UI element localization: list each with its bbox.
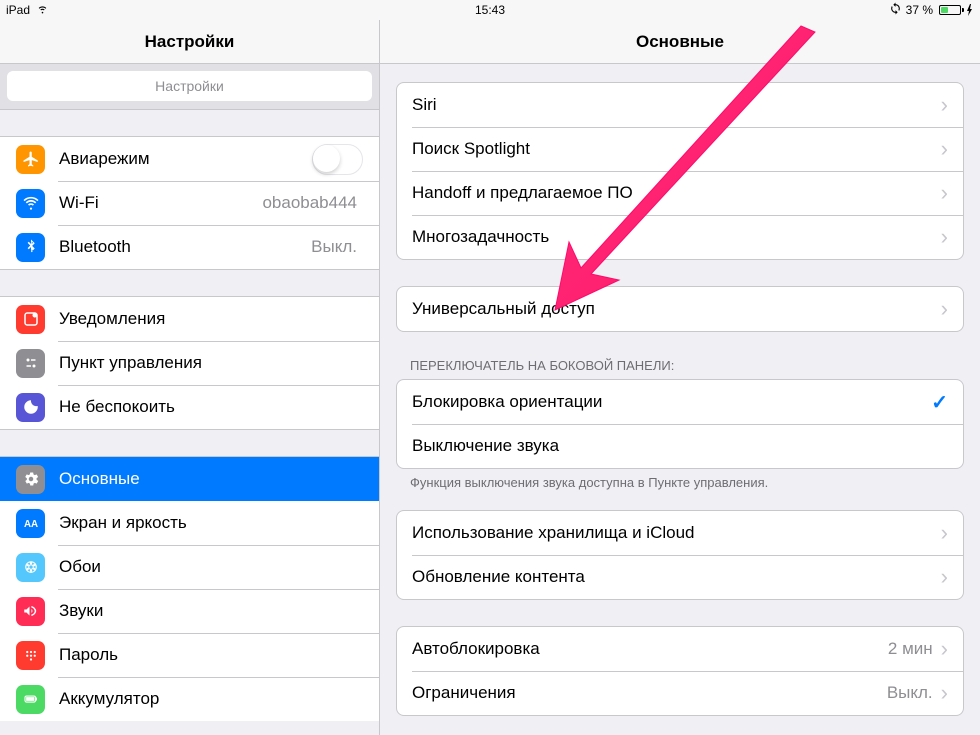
toggle-airplane[interactable] — [312, 144, 363, 175]
airplane-icon — [16, 145, 45, 174]
sidebar-item-label: Wi-Fi — [59, 193, 262, 213]
sidebar-title: Настройки — [145, 32, 235, 52]
sidebar-item-wallpaper[interactable]: Обои — [0, 545, 379, 589]
sidebar-item-sounds[interactable]: Звуки — [0, 589, 379, 633]
row-label: Обновление контента — [412, 567, 941, 587]
sidebar-item-control[interactable]: Пункт управления — [0, 341, 379, 385]
row-value: 2 мин — [888, 639, 933, 659]
row-label: Блокировка ориентации — [412, 392, 931, 412]
bluetooth-icon — [16, 233, 45, 262]
sidebar-item-general[interactable]: Основные — [0, 457, 379, 501]
sidebar-item-passcode[interactable]: Пароль — [0, 633, 379, 677]
row-блокировка-ориентации[interactable]: Блокировка ориентации✓ — [397, 380, 963, 424]
sidebar-item-brightness[interactable]: AA Экран и яркость — [0, 501, 379, 545]
dnd-icon — [16, 393, 45, 422]
row-label: Использование хранилища и iCloud — [412, 523, 941, 543]
row-label: Ограничения — [412, 683, 887, 703]
sidebar-item-label: Bluetooth — [59, 237, 311, 257]
row-label: Многозадачность — [412, 227, 941, 247]
svg-text:AA: AA — [23, 519, 37, 530]
row-label: Handoff и предлагаемое ПО — [412, 183, 941, 203]
sidebar-item-airplane[interactable]: Авиарежим — [0, 137, 379, 181]
notifications-icon — [16, 305, 45, 334]
sidebar-item-value: obaobab444 — [262, 193, 357, 213]
sounds-icon — [16, 597, 45, 626]
search-container — [0, 64, 379, 110]
row-label: Siri — [412, 95, 941, 115]
sidebar-item-label: Уведомления — [59, 309, 363, 329]
sidebar-item-label: Аккумулятор — [59, 689, 363, 709]
sidebar-item-bluetooth[interactable]: BluetoothВыкл. — [0, 225, 379, 269]
checkmark-icon: ✓ — [931, 390, 948, 415]
main-title: Основные — [636, 32, 724, 52]
general-icon — [16, 465, 45, 494]
row-обновление-контента[interactable]: Обновление контента› — [397, 555, 963, 599]
wallpaper-icon — [16, 553, 45, 582]
row-handoff-и-предлагаемое-по[interactable]: Handoff и предлагаемое ПО› — [397, 171, 963, 215]
group-header-side-switch: Переключатель на боковой панели: — [380, 352, 980, 379]
chevron-right-icon: › — [941, 298, 948, 320]
chevron-right-icon: › — [941, 522, 948, 544]
sidebar-item-label: Не беспокоить — [59, 397, 363, 417]
battery-percentage: 37 % — [906, 3, 933, 17]
chevron-right-icon: › — [941, 682, 948, 704]
row-поиск-spotlight[interactable]: Поиск Spotlight› — [397, 127, 963, 171]
chevron-right-icon: › — [941, 566, 948, 588]
row-label: Поиск Spotlight — [412, 139, 941, 159]
clock: 15:43 — [475, 3, 505, 17]
chevron-right-icon: › — [941, 138, 948, 160]
sidebar-item-wifi[interactable]: Wi-Fiobaobab444 — [0, 181, 379, 225]
sidebar-item-value: Выкл. — [311, 237, 357, 257]
sync-icon — [889, 2, 902, 18]
row-label: Автоблокировка — [412, 639, 888, 659]
chevron-right-icon: › — [941, 226, 948, 248]
chevron-right-icon: › — [941, 638, 948, 660]
sidebar-item-label: Экран и яркость — [59, 513, 363, 533]
sidebar-item-notifications[interactable]: Уведомления — [0, 297, 379, 341]
sidebar-header: Настройки — [0, 20, 379, 64]
row-универсальный-доступ[interactable]: Универсальный доступ› — [397, 287, 963, 331]
sidebar-item-battery[interactable]: Аккумулятор — [0, 677, 379, 721]
settings-sidebar: Настройки АвиарежимWi-Fiobaobab444Blueto… — [0, 20, 380, 735]
sidebar-item-label: Звуки — [59, 601, 363, 621]
row-value: Выкл. — [887, 683, 933, 703]
brightness-icon: AA — [16, 509, 45, 538]
row-label: Универсальный доступ — [412, 299, 941, 319]
device-label: iPad — [6, 3, 30, 17]
wifi-status-icon — [36, 2, 49, 18]
chevron-right-icon: › — [941, 182, 948, 204]
row-использование-хранилища-и-icloud[interactable]: Использование хранилища и iCloud› — [397, 511, 963, 555]
sidebar-item-label: Пункт управления — [59, 353, 363, 373]
row-многозадачность[interactable]: Многозадачность› — [397, 215, 963, 259]
sidebar-item-label: Пароль — [59, 645, 363, 665]
battery-icon — [937, 4, 974, 16]
status-bar: iPad 15:43 37 % — [0, 0, 980, 20]
sidebar-item-label: Обои — [59, 557, 363, 577]
sidebar-item-dnd[interactable]: Не беспокоить — [0, 385, 379, 429]
battery-icon — [16, 685, 45, 714]
row-выключение-звука[interactable]: Выключение звука — [397, 424, 963, 468]
row-ограничения[interactable]: ОграниченияВыкл. › — [397, 671, 963, 715]
sidebar-item-label: Авиарежим — [59, 149, 312, 169]
row-siri[interactable]: Siri› — [397, 83, 963, 127]
main-panel: Основные Siri›Поиск Spotlight›Handoff и … — [380, 20, 980, 735]
passcode-icon — [16, 641, 45, 670]
row-label: Выключение звука — [412, 436, 948, 456]
main-header: Основные — [380, 20, 980, 64]
wifi-icon — [16, 189, 45, 218]
control-icon — [16, 349, 45, 378]
group-footer-side-switch: Функция выключения звука доступна в Пунк… — [380, 469, 980, 496]
sidebar-item-label: Основные — [59, 469, 363, 489]
row-автоблокировка[interactable]: Автоблокировка2 мин › — [397, 627, 963, 671]
chevron-right-icon: › — [941, 94, 948, 116]
search-input[interactable] — [7, 71, 372, 101]
